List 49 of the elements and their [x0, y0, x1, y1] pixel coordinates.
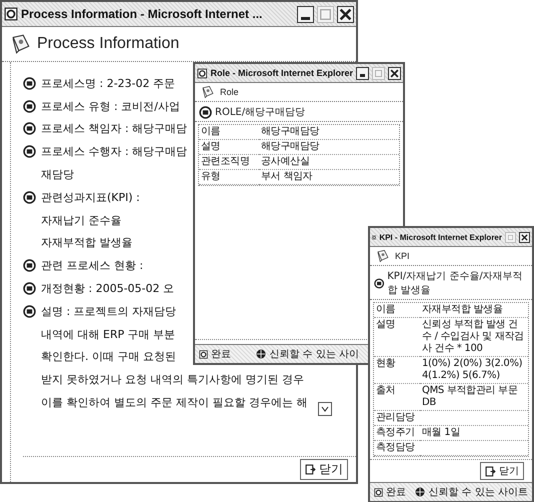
- info-line: 자재부적합 발생율: [41, 235, 132, 250]
- info-line: 내역에 대해 ERP 구매 부분: [41, 326, 176, 342]
- info-line: 프로세스명 : 2-23-02 주문: [41, 76, 176, 91]
- zone-text: 신뢰할 수 있는 사이트: [428, 486, 528, 499]
- close-window-button[interactable]: 닫기: [300, 459, 348, 480]
- table-cell: 부서 책임자: [259, 170, 399, 185]
- window-title: Role - Microsoft Internet Explorer: [210, 68, 353, 78]
- table-cell: 설명: [374, 318, 420, 357]
- info-line: 개정현황 : 2005-05-02 오: [41, 281, 174, 296]
- info-line: 확인한다. 이때 구매 요청된: [41, 349, 176, 364]
- table-cell: 1(0%) 2(0%) 3(2.0%) 4(1.2%) 5(6.7%): [420, 357, 528, 384]
- table-cell: 관련조직명: [199, 155, 259, 170]
- info-line: 프로세스 유형 : 코비전/사업: [41, 98, 180, 114]
- table-cell: 매월 1일: [420, 426, 528, 441]
- table-cell: 신뢰성 부적합 발생 건수 / 수입검사 및 재작검사 건수 * 100: [420, 318, 528, 357]
- close-window-button[interactable]: 닫기: [480, 462, 524, 480]
- page-heading: Role: [220, 87, 239, 97]
- window-title: Process Information - Microsoft Internet ...: [21, 7, 264, 21]
- table-cell: 유형: [199, 170, 259, 185]
- info-line: 프로세스 수행자 : 해당구매담: [41, 144, 188, 160]
- status-text: 완료: [211, 348, 231, 361]
- breadcrumb: KPI/자재납기 준수율/자재부적합 발생율: [387, 270, 524, 297]
- breadcrumb: ROLE/해당구매담당: [215, 106, 306, 119]
- info-line: 재담당: [41, 167, 74, 182]
- info-line: 관련 프로세스 현황 :: [41, 258, 144, 274]
- page-heading: Process Information: [37, 35, 180, 53]
- info-line: 설명 : 프로젝트의 자재담당: [41, 304, 176, 319]
- table-cell: QMS 부적합관리 부문 DB: [420, 384, 528, 411]
- table-cell: 자재부적합 발생율: [420, 303, 528, 318]
- info-line: 관련성과지표(KPI) :: [41, 190, 140, 205]
- table-cell: 이름: [199, 125, 259, 140]
- table-cell: 현황: [374, 357, 420, 384]
- table-cell: 해당구매담당: [259, 140, 399, 155]
- info-line: 받지 못하였거나 요청 내역의 특기사항에 명기된 경우: [41, 372, 304, 388]
- table-cell: 해당구매담당: [259, 125, 399, 140]
- zone-text: 신뢰할 수 있는 사이: [269, 348, 359, 361]
- info-line: 프로세스 책임자 : 해당구매담: [41, 121, 188, 136]
- table-cell: 설명: [199, 140, 259, 155]
- table-cell: 측정주기: [374, 426, 420, 441]
- info-line: 자재납기 준수율: [41, 212, 122, 228]
- window-title: KPI - Microsoft Internet Explorer: [379, 232, 502, 242]
- table-cell: 출처: [374, 384, 420, 411]
- page-heading: KPI: [395, 251, 410, 261]
- table-cell: 관리담당: [374, 411, 420, 426]
- table-cell: 이름: [374, 303, 420, 318]
- table-cell: 공사예산실: [259, 155, 399, 170]
- status-text: 완료: [386, 486, 406, 499]
- info-line: 이를 확인하여 별도의 주문 제작이 필요할 경우에는 해: [41, 395, 308, 410]
- table-cell: 측정담당: [374, 441, 420, 456]
